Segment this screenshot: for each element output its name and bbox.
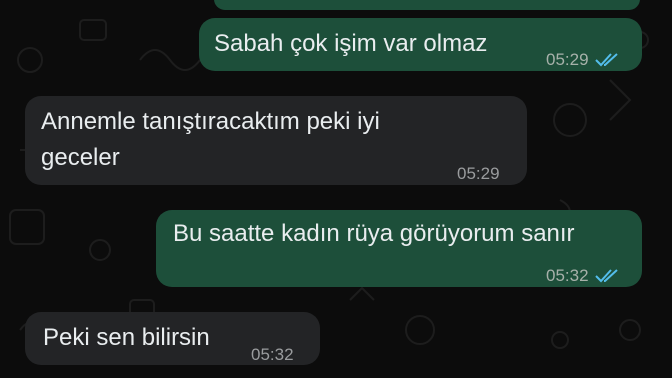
message-meta: 05:32 <box>546 258 619 294</box>
outgoing-message[interactable]: Bu saatte kadın rüya görüyorum sanır 05:… <box>156 210 642 287</box>
message-time: 05:29 <box>457 164 500 183</box>
message-time: 05:32 <box>251 345 294 364</box>
message-text: Bu saatte kadın rüya görüyorum sanır <box>173 220 575 247</box>
message-text: Sabah çok işim var olmaz <box>214 30 488 57</box>
message-text: Peki sen bilirsin <box>43 324 210 351</box>
read-double-check-icon <box>594 269 618 283</box>
message-time: 05:29 <box>546 50 589 69</box>
message-text-line-1: Annemle tanıştıracaktım peki iyi <box>41 108 380 135</box>
previous-outgoing-message-edge <box>214 0 640 10</box>
message-text-line-2: geceler <box>41 144 120 171</box>
message-time: 05:32 <box>546 266 589 285</box>
chat-conversation: Sabah çok işim var olmaz 05:29 Annemle t… <box>0 0 672 378</box>
message-meta: 05:32 <box>251 337 294 373</box>
outgoing-message[interactable]: Sabah çok işim var olmaz 05:29 <box>199 18 642 71</box>
message-meta: 05:29 <box>457 156 500 192</box>
incoming-message[interactable]: Annemle tanıştıracaktım peki iyi geceler… <box>25 96 527 185</box>
read-double-check-icon <box>594 53 618 67</box>
incoming-message[interactable]: Peki sen bilirsin 05:32 <box>25 312 320 365</box>
message-meta: 05:29 <box>546 42 619 78</box>
